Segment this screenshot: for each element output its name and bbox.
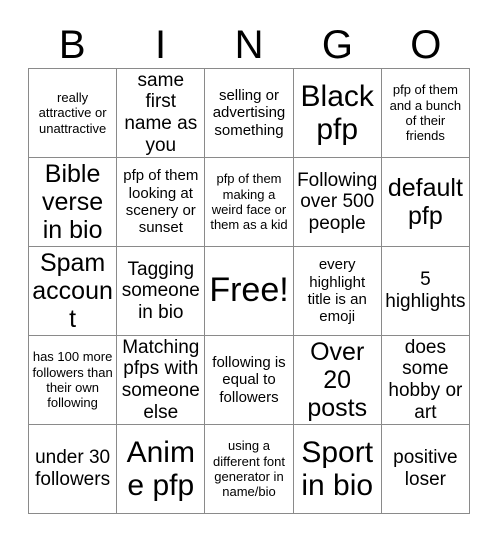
bingo-cell-label: every highlight title is an emoji [307, 256, 367, 326]
bingo-cell-label: Following over 500 people [297, 169, 378, 234]
bingo-card: B I N G O really attractive or unattract… [0, 0, 500, 544]
bingo-cell[interactable]: using a different font generator in name… [205, 425, 294, 514]
bingo-cell[interactable]: same first name as you [117, 69, 206, 158]
bingo-cell-label: Anime pfp [126, 436, 195, 502]
bingo-cell[interactable]: pfp of them looking at scenery or sunset [117, 158, 206, 247]
header-letter-n: N [234, 23, 264, 67]
bingo-cell-label: selling or advertising something [212, 86, 286, 139]
bingo-cell[interactable]: Following over 500 people [293, 158, 382, 247]
bingo-grid: really attractive or unattractive same f… [28, 68, 470, 514]
bingo-cell-label: really attractive or unattractive [38, 90, 107, 136]
bingo-cell-label: under 30 followers [35, 447, 111, 490]
bingo-cell[interactable]: does some hobby or art [381, 336, 470, 425]
bingo-cell[interactable]: positive loser [381, 425, 470, 514]
bingo-cell[interactable]: 5 highlights [381, 247, 470, 336]
bingo-cell-label: does some hobby or art [388, 336, 463, 423]
bingo-cell-label: Bible verse in bio [42, 160, 104, 244]
bingo-cell-label: Sport in bio [301, 436, 374, 502]
bingo-cell-label: Tagging someone in bio [121, 258, 200, 323]
bingo-cell[interactable]: Sport in bio [293, 425, 382, 514]
bingo-cell[interactable]: Black pfp [293, 69, 382, 158]
bingo-cell-label: Free! [209, 271, 289, 310]
bingo-cell[interactable]: default pfp [381, 158, 470, 247]
bingo-cell[interactable]: Spam account [29, 247, 118, 336]
bingo-cell-label: Over 20 posts [307, 338, 368, 422]
bingo-cell[interactable]: Matching pfps with someone else [117, 336, 206, 425]
header-letter-i: I [155, 23, 167, 67]
header-letter-o: O [410, 23, 442, 67]
bingo-cell[interactable]: has 100 more followers than their own fo… [29, 336, 118, 425]
bingo-cell[interactable]: every highlight title is an emoji [293, 247, 382, 336]
bingo-cell-label: default pfp [387, 174, 463, 230]
bingo-cell[interactable]: Bible verse in bio [29, 158, 118, 247]
bingo-cell-label: Spam account [32, 249, 113, 333]
bingo-cell-label: 5 highlights [385, 269, 466, 312]
bingo-cell-label: pfp of them making a weird face or them … [210, 171, 288, 233]
bingo-cell[interactable]: pfp of them making a weird face or them … [205, 158, 294, 247]
bingo-cell[interactable]: selling or advertising something [205, 69, 294, 158]
bingo-cell[interactable]: really attractive or unattractive [29, 69, 118, 158]
bingo-cell-label: using a different font generator in name… [212, 438, 286, 500]
bingo-cell-label: has 100 more followers than their own fo… [32, 349, 113, 411]
bingo-cell-label: same first name as you [124, 69, 198, 156]
bingo-cell-label: positive loser [393, 447, 458, 490]
bingo-cell[interactable]: under 30 followers [29, 425, 118, 514]
bingo-cell-label: Matching pfps with someone else [121, 336, 200, 423]
bingo-cell[interactable]: Over 20 posts [293, 336, 382, 425]
bingo-cell-label: pfp of them looking at scenery or sunset [123, 167, 199, 237]
bingo-cell-free[interactable]: Free! [205, 247, 294, 336]
bingo-cell-label: following is equal to followers [212, 353, 286, 406]
bingo-cell[interactable]: Anime pfp [117, 425, 206, 514]
header-letter-g: G [321, 23, 353, 67]
bingo-header: B I N G O [28, 22, 470, 68]
bingo-cell[interactable]: Tagging someone in bio [117, 247, 206, 336]
bingo-cell-label: Black pfp [300, 80, 374, 146]
bingo-cell[interactable]: following is equal to followers [205, 336, 294, 425]
bingo-cell-label: pfp of them and a bunch of their friends [389, 82, 462, 144]
bingo-cell[interactable]: pfp of them and a bunch of their friends [381, 69, 470, 158]
header-letter-b: B [58, 23, 86, 67]
